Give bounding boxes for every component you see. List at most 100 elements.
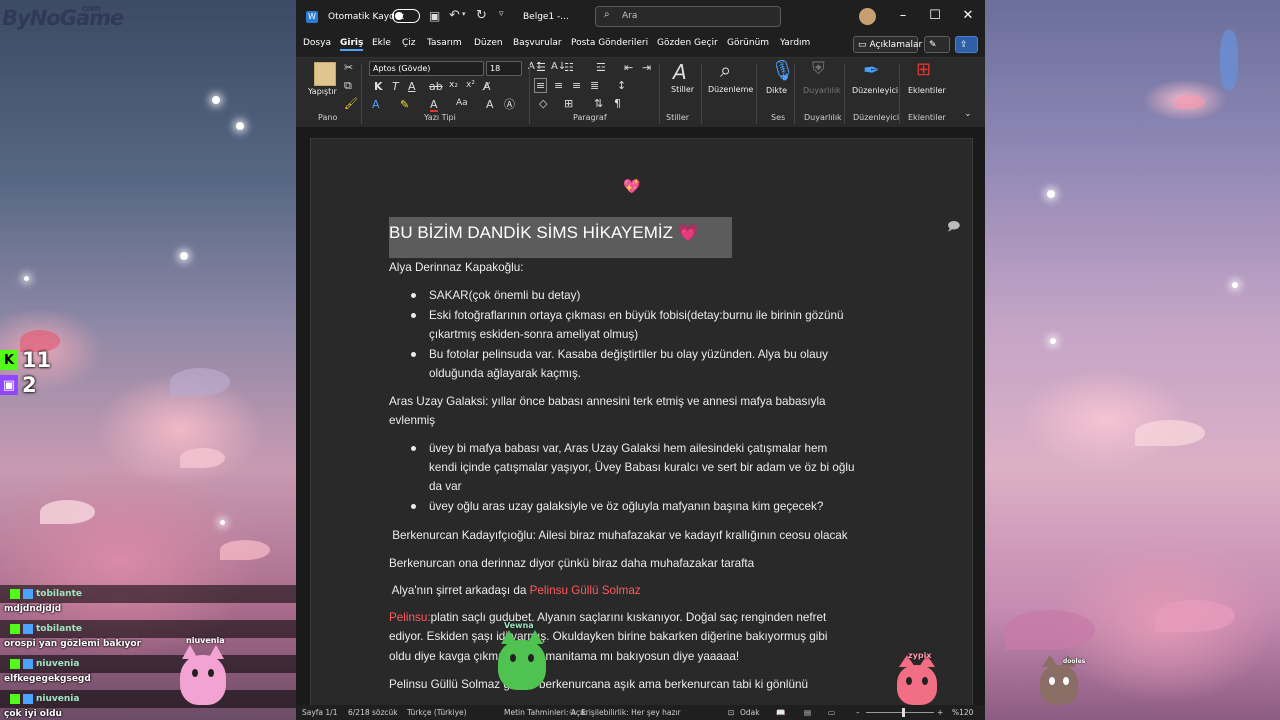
paragraph[interactable]: evlenmiş	[389, 411, 435, 431]
print-layout-icon[interactable]: ▤	[804, 708, 811, 717]
chevron-down-icon[interactable]: ▾	[462, 11, 466, 18]
editing-label[interactable]: Düzenleme	[708, 85, 753, 94]
tab-basvurular[interactable]: Başvurular	[513, 38, 562, 48]
document-title[interactable]: Belge1 -...	[523, 12, 569, 22]
borders-icon[interactable]: ⊞	[564, 98, 573, 109]
italic-icon[interactable]: T	[392, 81, 399, 92]
dictate-label[interactable]: Dikte	[766, 86, 787, 95]
copy-icon[interactable]: ⧉	[344, 80, 352, 91]
save-icon[interactable]: ▣	[429, 10, 440, 22]
collapse-ribbon-icon[interactable]: ⌄	[964, 110, 972, 119]
align-left-icon[interactable]: ≡	[534, 78, 548, 93]
read-mode-icon[interactable]: 📖	[776, 708, 785, 717]
minimize-button[interactable]: –	[893, 8, 913, 23]
styles-label[interactable]: Stiller	[671, 85, 694, 94]
align-center-icon[interactable]: ≡	[554, 80, 563, 91]
clear-format-icon[interactable]: A̸	[483, 81, 491, 92]
align-right-icon[interactable]: ≡	[572, 80, 581, 91]
font-name-select[interactable]: Aptos (Gövde)	[369, 61, 484, 76]
paragraph[interactable]: Alya Derinnaz Kapakoğlu:	[389, 258, 524, 278]
paste-label[interactable]: Yapıştır	[308, 87, 337, 96]
list-item[interactable]: Eski fotoğraflarının ortaya çıkması en b…	[429, 306, 843, 326]
list-item-continuation[interactable]: kendi içinde çatışmalar yaşıyor, Üvey Ba…	[429, 458, 855, 478]
underline-icon[interactable]: A	[408, 81, 416, 92]
tab-dosya[interactable]: Dosya	[303, 38, 331, 48]
text-effects-icon[interactable]: A	[372, 99, 380, 110]
tab-gozden-gecir[interactable]: Gözden Geçir	[657, 38, 718, 48]
close-button[interactable]: ✕	[958, 8, 978, 23]
accessibility-status[interactable]: Erişilebilirlik: Her şey hazır	[581, 708, 681, 717]
redo-icon[interactable]: ↻	[476, 9, 487, 22]
tab-giris[interactable]: Giriş	[340, 38, 364, 51]
increase-indent-icon[interactable]: ⇥	[642, 62, 651, 73]
bold-icon[interactable]: K	[374, 81, 383, 92]
strikethrough-icon[interactable]: ab	[429, 81, 443, 92]
list-item[interactable]: üvey bi mafya babası var, Aras Uzay Gala…	[429, 439, 827, 459]
addins-label[interactable]: Eklentiler	[908, 86, 946, 95]
phonetic-guide-icon[interactable]: Ⓐ	[504, 99, 515, 110]
search-box[interactable]: ⌕ Ara	[595, 6, 781, 27]
list-item-continuation[interactable]: olduğunda ağlayarak kaçmış.	[429, 364, 581, 384]
paragraph[interactable]: Berkenurcan ona derinnaz diyor çünkü bir…	[389, 554, 754, 574]
find-icon[interactable]: ⌕	[720, 60, 731, 80]
undo-icon[interactable]: ↶	[449, 9, 460, 22]
paragraph[interactable]: oldu diye kavga çıkmış benim manitama mı…	[389, 647, 739, 667]
list-item[interactable]: Bu fotolar pelinsuda var. Kasaba değişti…	[429, 345, 828, 365]
line-spacing-icon[interactable]: ↕	[617, 80, 626, 91]
list-item[interactable]: üvey oğlu aras uzay galaksiyle ve öz oğl…	[429, 497, 823, 517]
decrease-indent-icon[interactable]: ⇤	[624, 62, 633, 73]
paragraph[interactable]: Berkenurcan Kadayıfçıoğlu: Ailesi biraz …	[389, 526, 847, 546]
paragraph[interactable]: Alya'nın şirret arkadaşı da Pelinsu Güll…	[389, 581, 641, 601]
document-page[interactable]: 💖 🗩 BU BİZİM DANDİK SİMS HİKAYEMİZ 💗 Aly…	[310, 138, 973, 718]
font-color-icon[interactable]: A	[430, 99, 438, 112]
show-marks-icon[interactable]: ¶	[614, 98, 621, 109]
cut-icon[interactable]: ✂	[344, 62, 353, 73]
focus-button[interactable]: Odak	[740, 708, 760, 717]
tab-duzen[interactable]: Düzen	[474, 38, 503, 48]
character-spacing-icon[interactable]: A	[486, 99, 494, 110]
sort-icon[interactable]: ⇅	[594, 98, 603, 109]
autosave-toggle[interactable]	[392, 9, 420, 23]
word-count[interactable]: 6/218 sözcük	[348, 708, 398, 717]
editing-mode-button[interactable]: ✎	[924, 36, 950, 53]
zoom-out-icon[interactable]: –	[856, 708, 860, 717]
justify-icon[interactable]: ≣	[590, 80, 599, 91]
styles-icon[interactable]: A	[673, 62, 687, 82]
tab-gorunum[interactable]: Görünüm	[727, 38, 769, 48]
avatar[interactable]	[859, 8, 876, 25]
bullet-list-icon[interactable]: ☰	[536, 62, 546, 73]
microphone-icon[interactable]: 🎙	[770, 60, 795, 80]
paragraph[interactable]: Aras Uzay Galaksi: yıllar önce babası an…	[389, 392, 826, 412]
paragraph[interactable]: Pelinsu Güllü Solmaz gizlice berkenurcan…	[389, 675, 808, 695]
tab-posta-gonderileri[interactable]: Posta Gönderileri	[571, 38, 648, 48]
tab-yardim[interactable]: Yardım	[780, 38, 810, 48]
paste-icon[interactable]	[314, 62, 336, 86]
subscript-icon[interactable]: x₂	[449, 81, 458, 90]
superscript-icon[interactable]: x²	[466, 81, 475, 90]
editor-icon[interactable]: ✒	[863, 60, 880, 80]
addins-icon[interactable]: ⊞	[916, 61, 931, 79]
editor-label[interactable]: Düzenleyici	[852, 86, 898, 95]
list-item-continuation[interactable]: çıkartmış eskiden-sonra ameliyat olmuş)	[429, 325, 638, 345]
zoom-slider-thumb[interactable]	[902, 708, 905, 717]
format-painter-icon[interactable]: 🖌	[344, 98, 358, 109]
font-size-select[interactable]: 18	[486, 61, 522, 76]
tab-ekle[interactable]: Ekle	[372, 38, 391, 48]
numbered-list-icon[interactable]: ☷	[564, 62, 574, 73]
list-item-continuation[interactable]: da var	[429, 477, 461, 497]
change-case-icon[interactable]: Aa	[456, 99, 468, 108]
zoom-level[interactable]: %120	[952, 708, 973, 717]
document-heading[interactable]: BU BİZİM DANDİK SİMS HİKAYEMİZ 💗	[389, 223, 699, 243]
highlight-icon[interactable]: ✎	[400, 99, 409, 110]
language-status[interactable]: Türkçe (Türkiye)	[407, 708, 467, 717]
page-count[interactable]: Sayfa 1/1	[302, 708, 338, 717]
customize-toolbar-icon[interactable]: ▿	[499, 10, 504, 19]
zoom-slider[interactable]	[866, 712, 934, 713]
multilevel-list-icon[interactable]: ☲	[596, 62, 606, 73]
web-layout-icon[interactable]: ▭	[828, 708, 835, 717]
maximize-button[interactable]: ☐	[925, 8, 945, 23]
comments-button[interactable]: ▭ Açıklamalar	[853, 36, 922, 53]
zoom-in-icon[interactable]: +	[937, 708, 943, 717]
comment-icon[interactable]: 🗩	[947, 217, 960, 238]
shading-icon[interactable]: ◇	[539, 98, 547, 109]
